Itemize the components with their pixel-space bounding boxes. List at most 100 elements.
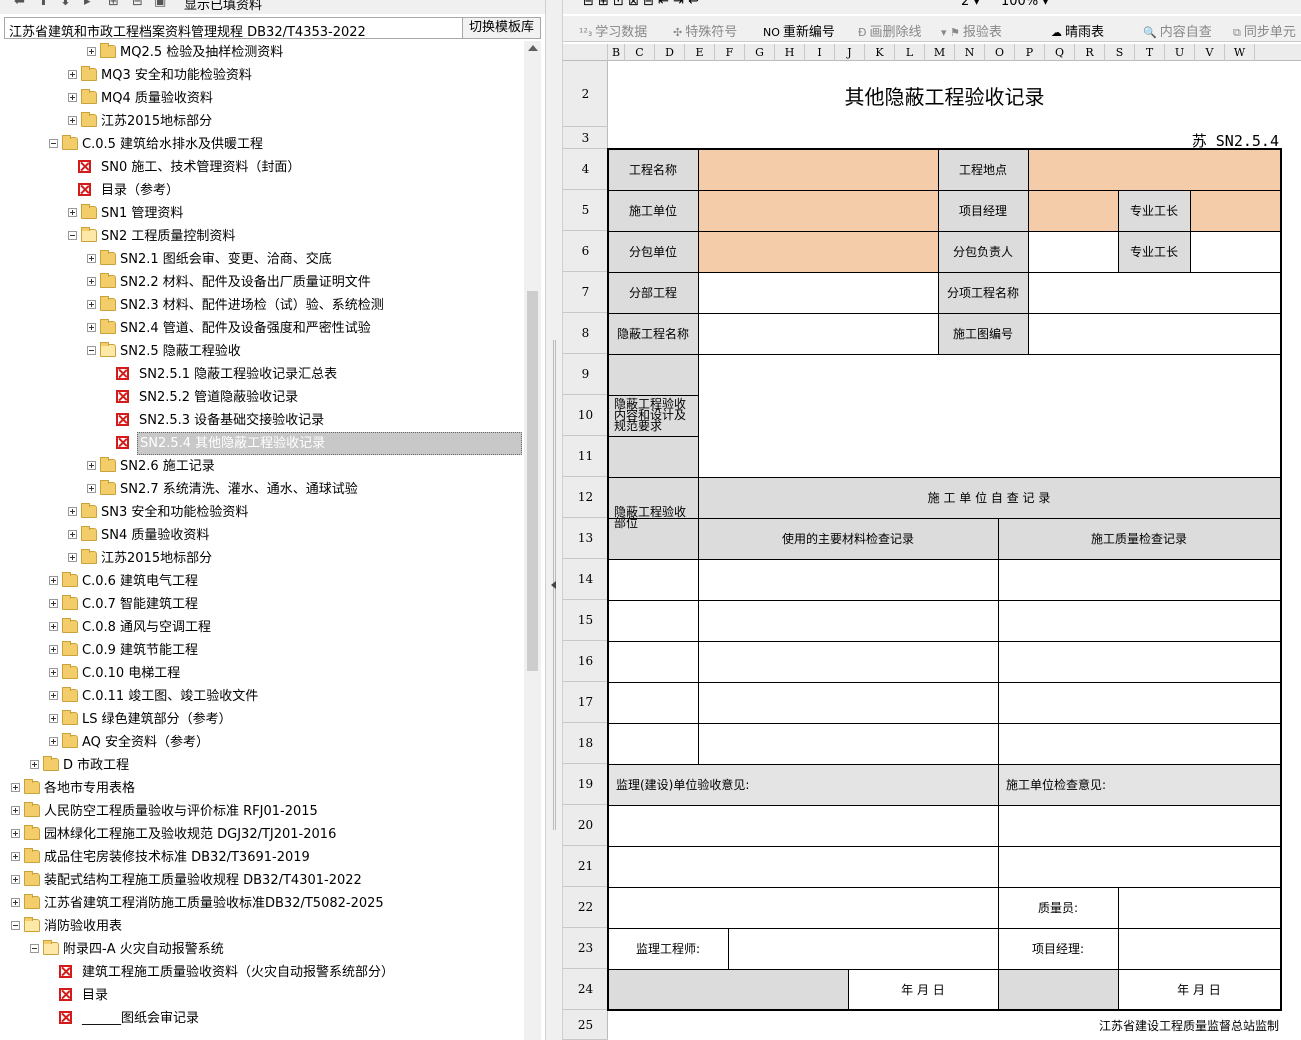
tree-item-folder[interactable]: MQ4 质量验收资料 [0,87,525,110]
tree-item-folder[interactable]: SN2.6 施工记录 [0,455,525,478]
column-header[interactable]: J [835,44,865,61]
column-header[interactable]: K [865,44,895,61]
tree-item-folder[interactable]: 江苏2015地标部分 [0,110,525,133]
row-header[interactable]: 4 [563,149,608,190]
tree-item-folder[interactable]: 人民防空工程质量验收与评价标准 RFJ01-2015 [0,800,525,823]
row-header[interactable]: 12 [563,477,608,518]
row-header[interactable]: 18 [563,723,608,764]
column-header[interactable]: V [1195,44,1225,61]
tree-item-folder[interactable]: C.0.11 竣工图、竣工验收文件 [0,685,525,708]
switch-template-button[interactable]: 切换模板库 [462,18,540,38]
expand-icon[interactable] [87,323,96,332]
column-header[interactable]: O [985,44,1015,61]
delete-icon[interactable]: ⊟ [132,0,143,9]
toolbar-button[interactable]: ¹²₃ 学习数据 [579,21,647,40]
tree-item-document[interactable]: SN2.5.3 设备基础交接验收记录 [0,409,525,432]
tree-item-folder[interactable]: C.0.9 建筑节能工程 [0,639,525,662]
date-field[interactable]: 年 月 日 [848,969,998,1010]
collapse-icon[interactable] [30,944,39,953]
row-header[interactable]: 16 [563,641,608,682]
tree-item-folder[interactable]: SN2.5 隐蔽工程验收 [0,340,525,363]
zoom-select[interactable]: 100% ▾ [1001,0,1049,9]
column-header[interactable]: M [925,44,955,61]
tree-item-document[interactable]: 建筑工程施工质量验收资料（火灾自动报警系统部分） [0,961,525,984]
tree-item-folder[interactable]: SN2.3 材料、配件进场检（试）验、系统检测 [0,294,525,317]
column-header[interactable]: P [1015,44,1045,61]
down-icon[interactable]: ⬇ [60,0,71,9]
expand-icon[interactable] [49,622,58,631]
expand-icon[interactable] [49,576,58,585]
collapse-icon[interactable] [11,921,20,930]
tree-item-folder[interactable]: MQ2.5 检验及抽样检测资料 [0,41,525,64]
tree-item-folder[interactable]: 消防验收用表 [0,915,525,938]
expand-icon[interactable] [87,461,96,470]
row-header[interactable]: 5 [563,190,608,231]
tree-item-folder[interactable]: AQ 安全资料（参考） [0,731,525,754]
row-header[interactable]: 24 [563,969,608,1010]
tree-item-document[interactable]: 目录 [0,984,525,1007]
expand-icon[interactable] [68,507,77,516]
tree-item-folder[interactable]: C.0.5 建筑给水排水及供暖工程 [0,133,525,156]
back-icon[interactable]: ⬅ [14,0,25,9]
expand-icon[interactable] [49,645,58,654]
row-header[interactable]: 25 [563,1010,608,1040]
tree-item-folder[interactable]: MQ3 安全和功能检验资料 [0,64,525,87]
tree-item-folder[interactable]: C.0.10 电梯工程 [0,662,525,685]
expand-icon[interactable] [68,530,77,539]
row-header[interactable]: 21 [563,846,608,887]
expand-icon[interactable] [68,553,77,562]
expand-icon[interactable] [68,93,77,102]
expand-icon[interactable] [11,898,20,907]
expand-icon[interactable] [11,875,20,884]
tree-item-folder[interactable]: SN2.4 管道、配件及设备强度和严密性试验 [0,317,525,340]
tree-item-folder[interactable]: LS 绿色建筑部分（参考） [0,708,525,731]
row-header[interactable]: 14 [563,559,608,600]
tree-item-folder[interactable]: 江苏2015地标部分 [0,547,525,570]
row-header[interactable]: 13 [563,518,608,559]
row-header[interactable]: 19 [563,764,608,805]
tree-item-folder[interactable]: 江苏省建筑工程消防施工质量验收标准DB32/T5082-2025 [0,892,525,915]
tree-item-folder[interactable]: SN4 质量验收资料 [0,524,525,547]
row-header[interactable]: 20 [563,805,608,846]
toolbar-button[interactable]: 🔍 内容自查 [1143,21,1212,40]
add-icon[interactable]: ⊞ [108,0,119,9]
column-header[interactable]: D [655,44,685,61]
expand-icon[interactable] [30,760,39,769]
collapse-icon[interactable] [49,139,58,148]
collapse-icon[interactable] [87,346,96,355]
tree-item-folder[interactable]: C.0.6 建筑电气工程 [0,570,525,593]
tree-item-folder[interactable]: SN3 安全和功能检验资料 [0,501,525,524]
expand-icon[interactable] [87,47,96,56]
expand-icon[interactable] [11,806,20,815]
column-header[interactable]: Q [1045,44,1075,61]
toolbar-button[interactable]: ✣ 特殊符号 [673,21,737,40]
collapse-icon[interactable]: ▸ [84,0,91,9]
collapse-icon[interactable] [68,231,77,240]
tree-item-folder[interactable]: 园林绿化工程施工及验收规范 DGJ32/TJ201-2016 [0,823,525,846]
column-header[interactable]: F [715,44,745,61]
expand-icon[interactable] [49,599,58,608]
column-header[interactable]: B [608,44,625,61]
toolbar-button[interactable]: ▾ ⚑ 报验表 [941,21,1002,40]
column-header[interactable]: T [1135,44,1165,61]
tree-item-folder[interactable]: SN1 管理资料 [0,202,525,225]
expand-icon[interactable] [11,852,20,861]
expand-icon[interactable] [49,691,58,700]
expand-icon[interactable] [87,277,96,286]
tree-item-folder[interactable]: C.0.7 智能建筑工程 [0,593,525,616]
font-size-select[interactable]: 2 ▾ [961,0,980,9]
expand-icon[interactable] [68,208,77,217]
tree-item-folder[interactable]: SN2.1 图纸会审、变更、洽商、交底 [0,248,525,271]
tree-item-folder[interactable]: SN2.7 系统清洗、灌水、通水、通球试验 [0,478,525,501]
row-header[interactable]: 15 [563,600,608,641]
column-header[interactable]: I [805,44,835,61]
row-header[interactable]: 23 [563,928,608,969]
tree-scrollbar[interactable] [524,41,541,1040]
column-header[interactable]: E [685,44,715,61]
tree-item-folder[interactable]: SN2 工程质量控制资料 [0,225,525,248]
tree-item-folder[interactable]: SN2.2 材料、配件及设备出厂质量证明文件 [0,271,525,294]
tree-item-document[interactable]: SN2.5.4 其他隐蔽工程验收记录 [0,432,525,455]
expand-icon[interactable] [68,70,77,79]
row-header[interactable]: 11 [563,436,608,477]
input-cell[interactable] [698,149,938,272]
